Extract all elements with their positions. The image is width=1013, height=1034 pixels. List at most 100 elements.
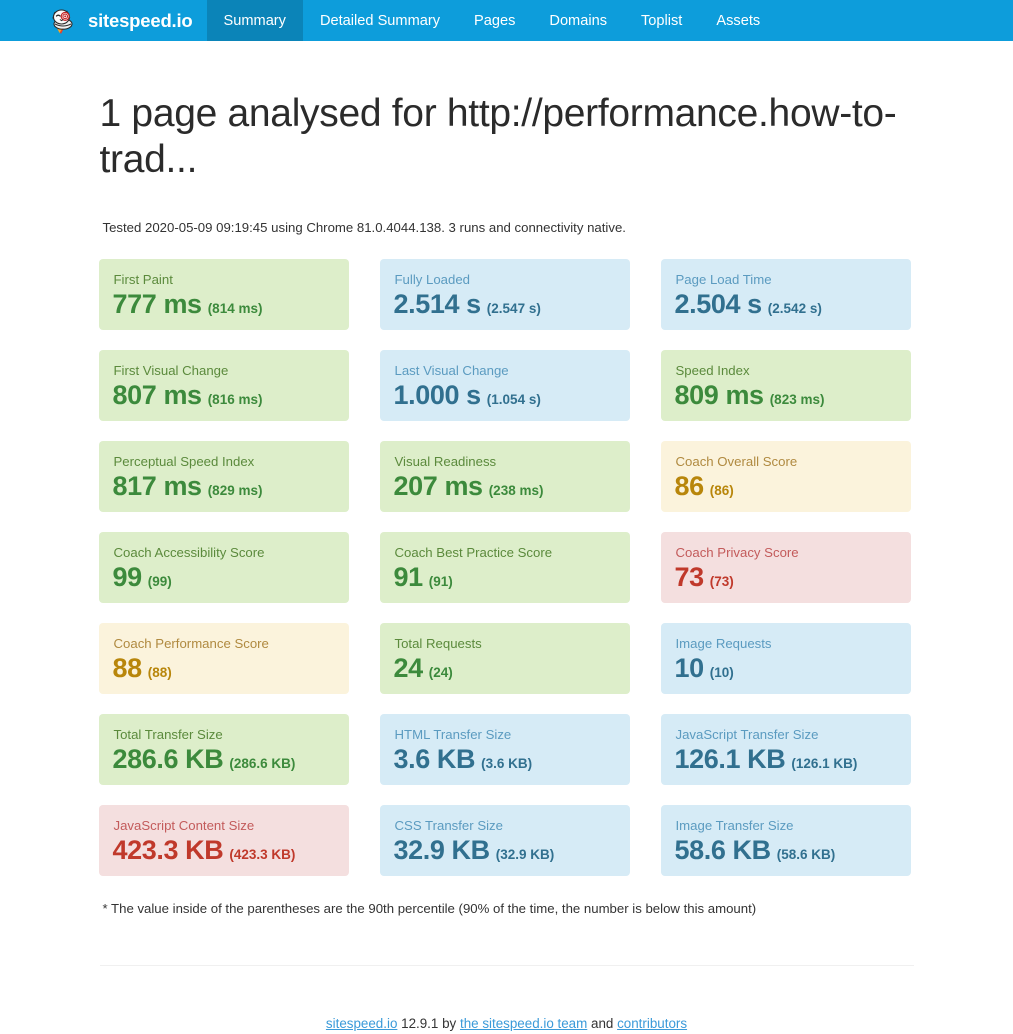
metric-card-label: First Visual Change: [113, 363, 229, 378]
tested-info-line: Tested 2020-05-09 09:19:45 using Chrome …: [102, 220, 626, 235]
metric-card-label: Page Load Time: [675, 272, 772, 287]
metric-card-percentile: (32.9 KB): [495, 847, 555, 862]
metric-card-value: 32.9 KB: [393, 835, 491, 865]
metric-card-percentile: (823 ms): [769, 392, 825, 407]
metric-card-percentile: (286.6 KB): [229, 756, 296, 771]
metric-card-label: Visual Readiness: [394, 454, 497, 469]
metric-card-percentile: (1.054 s): [486, 392, 541, 407]
nav-item-toplist[interactable]: Toplist: [624, 0, 699, 41]
metric-card-value: 1.000 s: [393, 380, 482, 410]
metric-card-value-row: 807 ms (816 ms): [113, 379, 349, 411]
metric-card-value-row: 809 ms (823 ms): [675, 379, 911, 411]
metric-card-percentile: (816 ms): [207, 392, 263, 407]
metric-card-percentile: (3.6 KB): [481, 756, 533, 771]
metric-card-value: 73: [674, 562, 705, 592]
metric-card-percentile: (2.547 s): [486, 301, 541, 316]
metric-card-label: JavaScript Transfer Size: [675, 727, 819, 742]
metric-card-value-row: 2.514 s (2.547 s): [394, 288, 630, 320]
metric-card-value-row: 777 ms (814 ms): [113, 288, 349, 320]
page-title: 1 page analysed for http://performance.h…: [99, 92, 897, 181]
metric-card-label: Last Visual Change: [394, 363, 509, 378]
metric-card-label: HTML Transfer Size: [394, 727, 512, 742]
metric-card-percentile: (829 ms): [207, 483, 263, 498]
metric-card: CSS Transfer Size 32.9 KB (32.9 KB): [379, 805, 630, 876]
metric-card-label: Coach Accessibility Score: [113, 545, 265, 560]
page-footer: sitespeed.io 12.9.1 by the sitespeed.io …: [100, 1014, 914, 1034]
metric-card-percentile: (2.542 s): [767, 301, 822, 316]
metric-card-value-row: 207 ms (238 ms): [394, 470, 630, 502]
metric-card: Coach Privacy Score 73 (73): [660, 532, 911, 603]
metric-card-value-row: 91 (91): [394, 561, 630, 593]
metric-card-value-row: 3.6 KB (3.6 KB): [394, 743, 630, 775]
metric-card-percentile: (86): [709, 483, 734, 498]
nav-item-assets[interactable]: Assets: [699, 0, 777, 41]
page-container: 1 page analysed for http://performance.h…: [98, 41, 914, 1034]
metric-card-grid: First Paint 777 ms (814 ms) Fully Loaded 2.5…: [98, 259, 943, 896]
metric-card: Coach Accessibility Score 99 (99): [98, 532, 349, 603]
metric-card-value: 807 ms: [112, 380, 203, 410]
metric-card: Total Transfer Size 286.6 KB (286.6 KB): [98, 714, 349, 785]
metric-card-value-row: 817 ms (829 ms): [113, 470, 349, 502]
metric-card-label: CSS Transfer Size: [394, 818, 503, 833]
metric-card-label: Speed Index: [675, 363, 750, 378]
metric-card-label: Image Transfer Size: [675, 818, 794, 833]
metric-card-value: 423.3 KB: [112, 835, 224, 865]
metric-card-value-row: 286.6 KB (286.6 KB): [113, 743, 349, 775]
metric-card-label: Perceptual Speed Index: [113, 454, 255, 469]
metric-card-value: 99: [112, 562, 143, 592]
metric-card-percentile: (423.3 KB): [229, 847, 296, 862]
metric-card-percentile: (88): [147, 665, 172, 680]
metric-card: JavaScript Transfer Size 126.1 KB (126.1 K…: [660, 714, 911, 785]
metric-card-value: 207 ms: [393, 471, 484, 501]
metric-card-value: 817 ms: [112, 471, 203, 501]
metric-card-label: Image Requests: [675, 636, 772, 651]
metric-card-value-row: 99 (99): [113, 561, 349, 593]
metric-card-value-row: 423.3 KB (423.3 KB): [113, 834, 349, 866]
metric-card-value: 2.504 s: [674, 289, 763, 319]
metric-card-value-row: 2.504 s (2.542 s): [675, 288, 911, 320]
nav-item-pages[interactable]: Pages: [457, 0, 532, 41]
primary-nav: Summary Detailed Summary Pages Domains T…: [206, 0, 778, 41]
metric-card-value: 2.514 s: [393, 289, 482, 319]
nav-item-domains[interactable]: Domains: [532, 0, 624, 41]
sitespeed-cat-logo-icon: [47, 5, 79, 37]
metric-card-value: 126.1 KB: [674, 744, 786, 774]
metric-card: Image Transfer Size 58.6 KB (58.6 KB): [660, 805, 911, 876]
metric-card: Coach Overall Score 86 (86): [660, 441, 911, 512]
metric-card-percentile: (73): [709, 574, 734, 589]
metric-card-value: 3.6 KB: [393, 744, 476, 774]
brand-home-link[interactable]: sitespeed.io: [0, 0, 207, 41]
nav-item-summary[interactable]: Summary: [206, 0, 303, 41]
metric-card: Total Requests 24 (24): [379, 623, 630, 694]
nav-item-detailed-summary[interactable]: Detailed Summary: [303, 0, 457, 41]
metric-card-value: 809 ms: [674, 380, 765, 410]
metric-card: JavaScript Content Size 423.3 KB (423.3 KB…: [98, 805, 349, 876]
metric-card: Last Visual Change 1.000 s (1.054 s): [379, 350, 630, 421]
metric-card-percentile: (91): [428, 574, 453, 589]
metric-card-value-row: 24 (24): [394, 652, 630, 684]
metric-card-value-row: 32.9 KB (32.9 KB): [394, 834, 630, 866]
metric-card-label: First Paint: [113, 272, 173, 287]
metric-card-percentile: (126.1 KB): [791, 756, 858, 771]
brand-name: sitespeed.io: [88, 9, 193, 31]
metric-card-value-row: 86 (86): [675, 470, 911, 502]
metric-card-value: 24: [393, 653, 424, 683]
metric-card: Speed Index 809 ms (823 ms): [660, 350, 911, 421]
metric-card-label: Total Requests: [394, 636, 482, 651]
metric-card-percentile: (10): [709, 665, 734, 680]
metric-card: First Visual Change 807 ms (816 ms): [98, 350, 349, 421]
metric-card: Fully Loaded 2.514 s (2.547 s): [379, 259, 630, 330]
percentile-footnote: * The value inside of the parentheses ar…: [102, 901, 757, 916]
top-navbar: sitespeed.io Summary Detailed Summary Pa…: [0, 0, 1013, 41]
metric-card: Coach Best Practice Score 91 (91): [379, 532, 630, 603]
metric-card-value: 91: [393, 562, 424, 592]
metric-card-value: 86: [674, 471, 705, 501]
metric-card-value-row: 10 (10): [675, 652, 911, 684]
metric-card-value-row: 58.6 KB (58.6 KB): [675, 834, 911, 866]
metric-card-label: Coach Overall Score: [675, 454, 798, 469]
metric-card-percentile: (58.6 KB): [776, 847, 836, 862]
metric-card-label: Coach Best Practice Score: [394, 545, 553, 560]
footer-divider: [99, 965, 914, 966]
metric-card-value: 777 ms: [112, 289, 203, 319]
metric-card: Image Requests 10 (10): [660, 623, 911, 694]
